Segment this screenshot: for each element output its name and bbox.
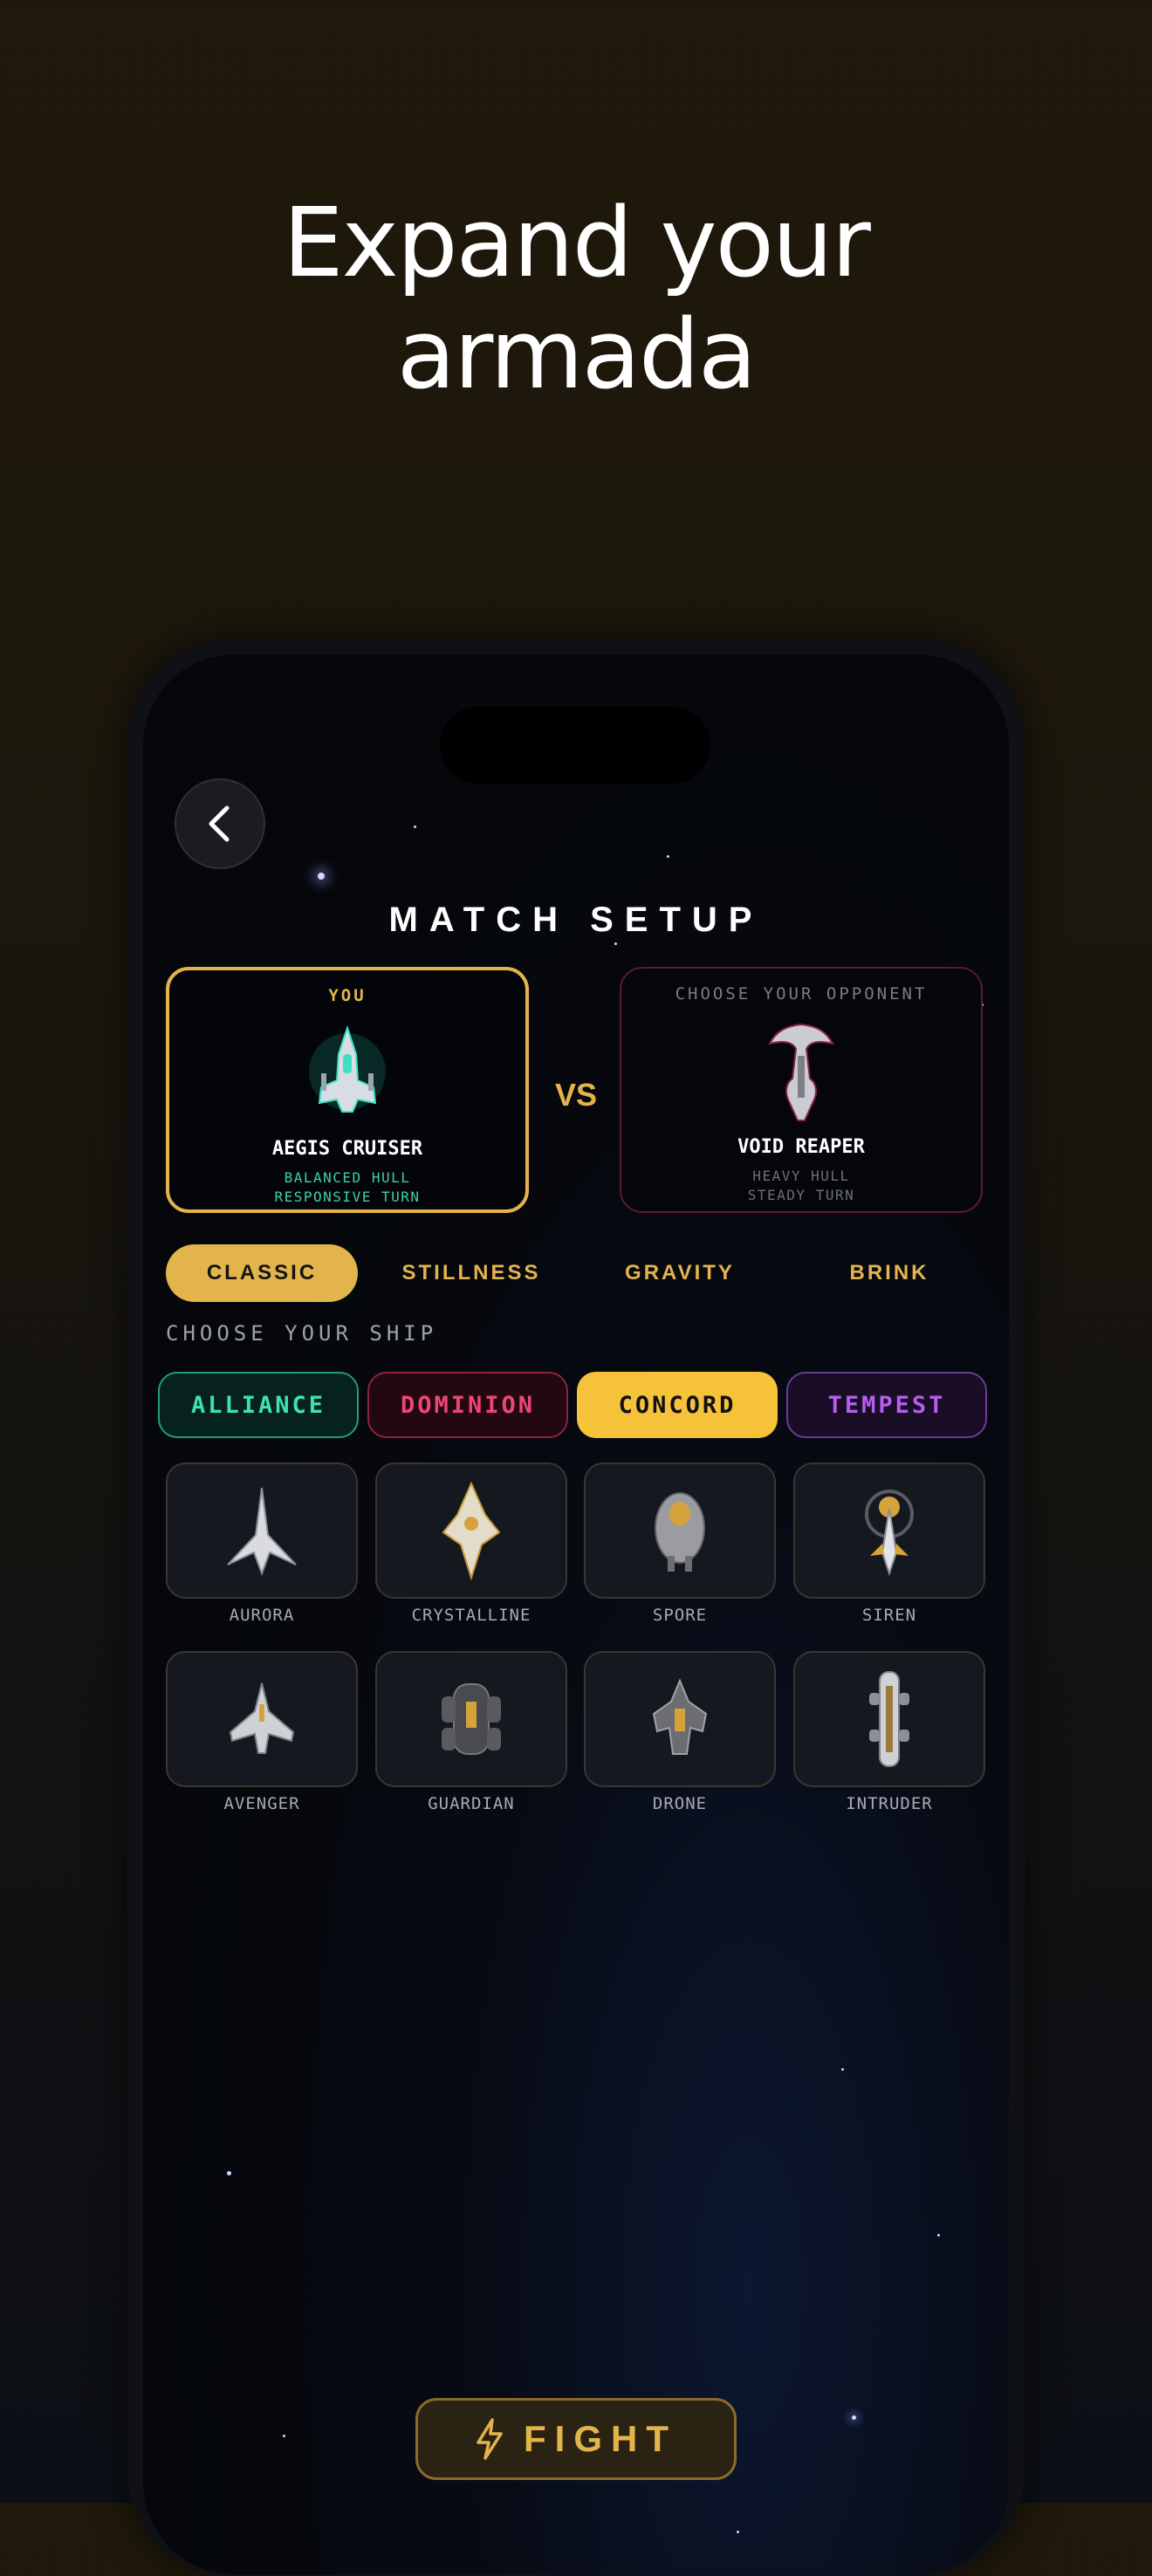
headline: Expand your armada <box>0 187 1152 410</box>
chevron-left-icon <box>209 805 230 842</box>
mode-tab-classic[interactable]: CLASSIC <box>166 1244 358 1302</box>
ship-tile-avenger[interactable] <box>166 1651 358 1787</box>
opponent-ship-card[interactable]: CHOOSE YOUR OPPONENT VOID REAPER HEAVY H… <box>620 967 983 1213</box>
mode-tab-brink[interactable]: BRINK <box>793 1244 985 1302</box>
mode-tab-stillness[interactable]: STILLNESS <box>375 1244 567 1302</box>
mode-tabs: CLASSIC STILLNESS GRAVITY BRINK <box>166 1244 986 1302</box>
ship-name-siren: SIREN <box>861 1606 917 1625</box>
star <box>937 2234 940 2237</box>
drone-ship-icon <box>652 1678 708 1755</box>
avenger-ship-icon <box>229 1682 295 1754</box>
star <box>283 2435 285 2437</box>
faction-tab-alliance[interactable]: ALLIANCE <box>158 1372 359 1438</box>
ship-name-drone: DRONE <box>652 1794 708 1813</box>
choose-ship-label: CHOOSE YOUR SHIP <box>166 1321 438 1346</box>
phone-frame: MATCH SETUP YOU AEGIS CRUISER BALANCED H… <box>127 639 1025 2576</box>
guardian-ship-icon <box>442 1683 501 1755</box>
faction-tab-tempest[interactable]: TEMPEST <box>786 1372 987 1438</box>
siren-ship-icon <box>865 1490 914 1577</box>
ship-tile-siren[interactable] <box>793 1463 985 1599</box>
player-ship-card[interactable]: YOU AEGIS CRUISER BALANCED HULL RESPONSI… <box>166 967 529 1213</box>
star <box>737 2531 739 2533</box>
ship-tile-drone[interactable] <box>584 1651 776 1787</box>
ship-name-spore: SPORE <box>652 1606 708 1625</box>
star <box>614 942 617 945</box>
aurora-ship-icon <box>227 1487 297 1576</box>
ship-tile-crystalline[interactable] <box>375 1463 567 1599</box>
mode-tab-gravity[interactable]: GRAVITY <box>584 1244 776 1302</box>
player-ship-trait-2: RESPONSIVE TURN <box>274 1189 421 1205</box>
headline-line-2: armada <box>396 298 758 410</box>
fight-button[interactable]: FIGHT <box>415 2398 737 2480</box>
opponent-label: CHOOSE YOUR OPPONENT <box>675 984 928 1004</box>
ship-tile-aurora[interactable] <box>166 1463 358 1599</box>
back-button[interactable] <box>175 778 265 869</box>
opponent-ship-trait-1: HEAVY HULL <box>752 1168 850 1184</box>
ship-tile-spore[interactable] <box>584 1463 776 1599</box>
ship-name-guardian: GUARDIAN <box>428 1794 515 1813</box>
page-title: MATCH SETUP <box>388 901 764 939</box>
vs-label: VS <box>554 1077 598 1113</box>
star <box>414 826 416 828</box>
fight-label: FIGHT <box>524 2418 677 2459</box>
star <box>227 2171 231 2175</box>
star <box>667 855 669 858</box>
player-ship-name: AEGIS CRUISER <box>271 1138 423 1160</box>
app-screen: MATCH SETUP YOU AEGIS CRUISER BALANCED H… <box>143 654 1009 2574</box>
player-ship-trait-1: BALANCED HULL <box>284 1169 411 1186</box>
dynamic-island <box>440 707 710 784</box>
headline-line-1: Expand your <box>283 187 871 298</box>
ship-name-aurora: AURORA <box>229 1606 295 1625</box>
star <box>841 2068 844 2071</box>
faction-tab-dominion[interactable]: DOMINION <box>367 1372 568 1438</box>
ship-name-intruder: INTRUDER <box>846 1794 933 1813</box>
crystalline-ship-icon <box>442 1481 501 1581</box>
faction-tab-concord[interactable]: CONCORD <box>577 1372 778 1438</box>
opponent-ship-name: VOID REAPER <box>737 1136 865 1158</box>
ship-name-crystalline: CRYSTALLINE <box>411 1606 531 1625</box>
star <box>318 873 325 880</box>
intruder-ship-icon <box>869 1671 909 1767</box>
ship-tile-guardian[interactable] <box>375 1651 567 1787</box>
aegis-cruiser-ship-icon <box>309 1024 386 1113</box>
lightning-bolt-icon <box>477 2418 503 2460</box>
player-label: YOU <box>328 986 367 1005</box>
spore-ship-icon <box>655 1492 705 1572</box>
star <box>852 2415 856 2420</box>
void-reaper-ship-icon <box>768 1023 834 1121</box>
opponent-ship-trait-2: STEADY TURN <box>747 1187 855 1203</box>
ship-name-avenger: AVENGER <box>223 1794 300 1813</box>
ship-tile-intruder[interactable] <box>793 1651 985 1787</box>
